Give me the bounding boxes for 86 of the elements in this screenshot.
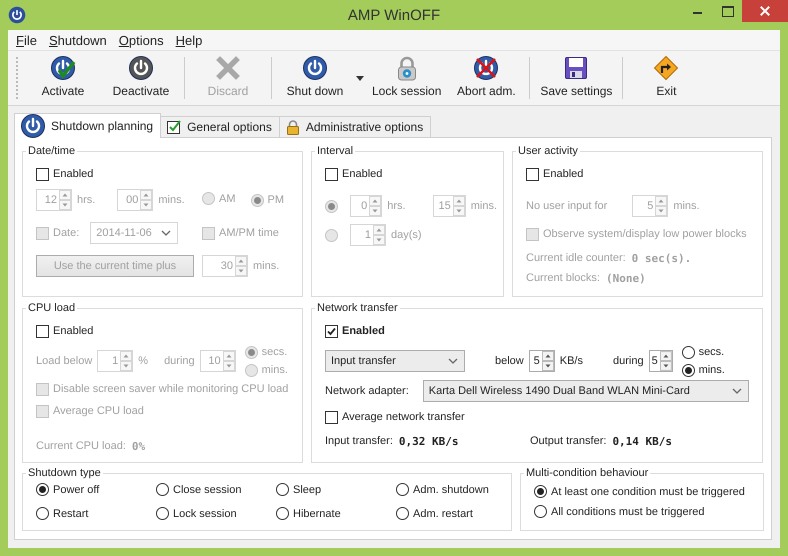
- radio-button[interactable]: At least one condition must be triggered: [534, 485, 745, 498]
- checkbox[interactable]: Enabled: [36, 324, 94, 338]
- radio-button[interactable]: mins.: [682, 362, 725, 378]
- radio-button[interactable]: secs.: [682, 344, 725, 360]
- checkbox[interactable]: Enabled: [325, 168, 382, 180]
- stat-label: Current blocks:: [526, 272, 600, 284]
- stat-value: (None): [606, 272, 646, 284]
- group-title: Shutdown type: [27, 467, 102, 479]
- toolbar-button[interactable]: Lock session: [366, 55, 448, 101]
- toolbar-button[interactable]: Exit: [627, 55, 706, 101]
- close-button[interactable]: [742, 0, 788, 22]
- chevron-icon: [732, 388, 742, 394]
- field-label: No user input for: [526, 200, 608, 212]
- unit-label: hrs.: [77, 194, 96, 206]
- checkbox[interactable]: Enabled: [325, 324, 385, 338]
- window-title: AMP WinOFF: [348, 6, 440, 24]
- group-title: Network transfer: [316, 302, 399, 314]
- caret-icon[interactable]: [356, 76, 364, 80]
- stat-label: Current CPU load:: [36, 440, 126, 452]
- checkbox-icon: [166, 119, 182, 135]
- unit-label: mins.: [253, 260, 280, 272]
- menu-item[interactable]: Shutdown: [42, 32, 113, 48]
- cross-icon: [215, 55, 241, 81]
- spin-box[interactable]: 5: [528, 350, 555, 372]
- tab[interactable]: General options: [160, 116, 280, 137]
- toolbar-button[interactable]: Save settings: [534, 55, 618, 101]
- chevron-icon: [448, 358, 458, 364]
- checkbox[interactable]: Enabled: [526, 168, 584, 180]
- stat-value: 0%: [132, 440, 146, 452]
- power-icon: [302, 55, 328, 81]
- unit-label: mins.: [673, 200, 700, 212]
- unit-label: hrs.: [387, 200, 406, 212]
- radio-button[interactable]: Sleep: [276, 483, 322, 496]
- radio-button[interactable]: Adm. restart: [396, 507, 473, 520]
- group-title: Date/time: [27, 145, 76, 157]
- check-icon: [326, 326, 337, 336]
- radio-button[interactable]: Lock session: [156, 507, 237, 520]
- radio-button[interactable]: Close session: [156, 483, 242, 496]
- field-label: during: [612, 355, 644, 367]
- radio-button[interactable]: Hibernate: [276, 507, 341, 520]
- unit-label: %: [138, 355, 148, 367]
- toolbar-button[interactable]: Activate: [24, 55, 102, 101]
- toolbar-button[interactable]: Shut down: [276, 55, 354, 101]
- menu-item[interactable]: Options: [112, 32, 170, 48]
- stat-label: Input transfer:: [325, 435, 393, 447]
- group-title: CPU load: [27, 302, 76, 314]
- toolbar-button[interactable]: Deactivate: [102, 55, 180, 101]
- radio-button[interactable]: All conditions must be triggered: [534, 505, 704, 518]
- group-title: User activity: [517, 145, 579, 157]
- padlock-icon: [284, 119, 301, 135]
- radio-button[interactable]: Power off: [36, 483, 100, 496]
- field-label: Network adapter:: [325, 385, 409, 397]
- field-label: Load below: [36, 355, 92, 367]
- chevron-icon: [161, 230, 172, 236]
- power-check-icon: [50, 55, 76, 81]
- field-label: below: [495, 355, 524, 367]
- group-title: Multi-condition behaviour: [525, 467, 650, 479]
- toolbar-button[interactable]: Abort adm.: [447, 55, 526, 101]
- unit-label: mins.: [470, 200, 498, 212]
- power-icon: [8, 6, 26, 24]
- menu-item[interactable]: File: [10, 32, 43, 48]
- stat-label: Output transfer:: [530, 435, 606, 447]
- stat-value: 0,14 KB/s: [612, 434, 672, 448]
- checkbox[interactable]: Enabled: [36, 168, 94, 180]
- unit-label: KB/s: [560, 355, 583, 367]
- stat-value: 0,32 KB/s: [398, 434, 458, 448]
- radio-button[interactable]: [325, 228, 338, 242]
- radio-button[interactable]: Restart: [36, 507, 88, 520]
- radio-button[interactable]: [325, 200, 338, 212]
- field-label: during: [164, 355, 195, 367]
- turn-arrow-icon: [653, 55, 680, 81]
- menu-item[interactable]: Help: [170, 32, 208, 48]
- stat-label: Current idle counter:: [526, 252, 626, 264]
- crossed-power-icon: [473, 55, 500, 81]
- spin-box[interactable]: 5: [648, 350, 673, 372]
- power-icon: [128, 55, 154, 81]
- radio-button[interactable]: Adm. shutdown: [396, 483, 489, 496]
- unit-label: mins.: [158, 194, 185, 206]
- unit-label: day(s): [391, 229, 422, 241]
- dropdown[interactable]: Karta Dell Wireless 1490 Dual Band WLAN Mini-Card: [422, 380, 749, 402]
- tab[interactable]: Shutdown planning: [14, 113, 162, 138]
- dropdown[interactable]: Input transfer: [325, 350, 465, 372]
- group-title: Interval: [316, 145, 354, 157]
- stat-value: 0 sec(s).: [632, 252, 692, 264]
- checkbox[interactable]: Average network transfer: [325, 410, 465, 424]
- tab[interactable]: Administrative options: [278, 116, 432, 137]
